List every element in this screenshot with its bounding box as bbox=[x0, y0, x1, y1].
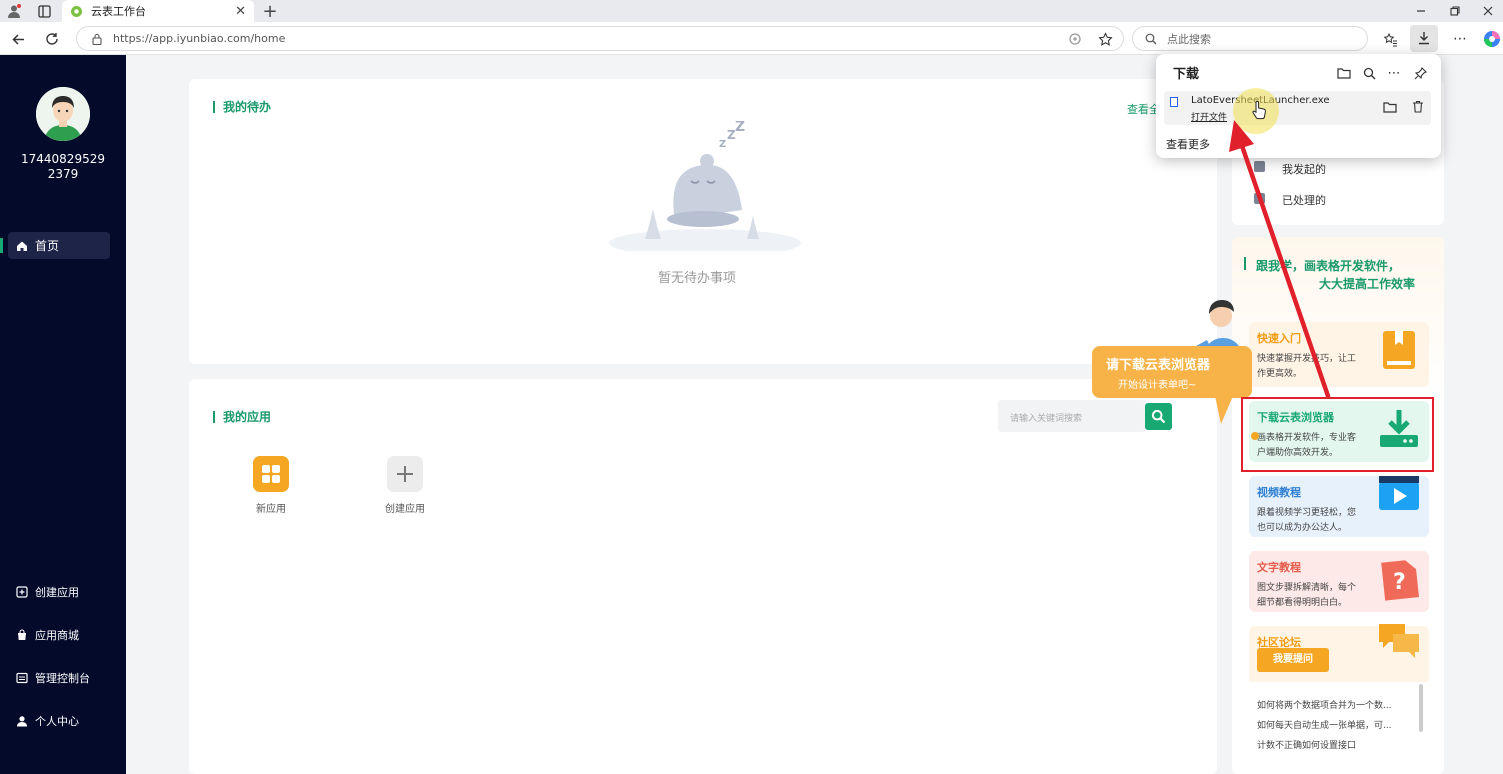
user-id-line2: 2379 bbox=[47, 167, 79, 181]
nav-personal-center-label: 个人中心 bbox=[35, 715, 79, 728]
download-icon bbox=[1419, 32, 1429, 45]
close-window-icon[interactable] bbox=[1480, 3, 1496, 19]
svg-text:?: ? bbox=[1393, 570, 1406, 595]
browser-title-bar: 云表工作台 ✕ + bbox=[0, 0, 1503, 22]
bubble-line1: 请下载云表浏览器 bbox=[1106, 358, 1211, 373]
yunbiao-favicon bbox=[71, 5, 82, 17]
empty-bell-illustration: Z Z Z bbox=[607, 121, 803, 251]
search-downloads-icon[interactable] bbox=[1361, 65, 1377, 81]
home-icon bbox=[17, 241, 27, 251]
app-new-label: 新应用 bbox=[256, 504, 286, 515]
forum-scrollbar[interactable] bbox=[1419, 684, 1423, 732]
browser-search-placeholder: 点此搜索 bbox=[1167, 32, 1211, 46]
create-app-icon bbox=[16, 586, 28, 598]
sidebar: 17440829529 2379 首页 创建应用 应用商城 管理控制台 个人中心 bbox=[0, 55, 126, 774]
tab-title: 云表工作台 bbox=[91, 5, 146, 18]
todo-card: 我的待办 查看全 Z Z Z 暂无待办事项 bbox=[189, 79, 1217, 364]
search-icon bbox=[1145, 33, 1157, 44]
apps-title: 我的应用 bbox=[213, 411, 271, 423]
forum-list: 如何将两个数据项合并为一个数... 如何每天自动生成一张单据，可... 计数不正… bbox=[1249, 682, 1429, 762]
read-aloud-icon[interactable] bbox=[1066, 30, 1084, 48]
restore-icon[interactable] bbox=[1447, 3, 1463, 19]
card-video-tutorial[interactable]: 视频教程 跟着视频学习更轻松，您也可以成为办公达人。 bbox=[1249, 476, 1429, 537]
minimize-icon[interactable] bbox=[1413, 3, 1429, 19]
lock-icon bbox=[92, 33, 102, 45]
copilot-icon[interactable] bbox=[1483, 30, 1501, 48]
nav-admin-console-label: 管理控制台 bbox=[35, 672, 90, 685]
new-tab-icon[interactable]: + bbox=[262, 1, 278, 22]
app-grid-icon bbox=[253, 456, 289, 492]
red-arrow-annotation bbox=[1222, 118, 1338, 402]
chat-bubbles-icon bbox=[1379, 624, 1419, 658]
book-icon bbox=[1383, 331, 1415, 369]
nav-create-app[interactable]: 创建应用 bbox=[16, 582, 116, 602]
nav-create-app-label: 创建应用 bbox=[35, 586, 79, 599]
open-folder-icon[interactable] bbox=[1336, 65, 1352, 81]
card-text-tutorial[interactable]: 文字教程 图文步骤拆解清晰，每个细节都看得明明白白。 ? bbox=[1249, 551, 1429, 612]
address-bar[interactable]: https://app.iyunbiao.com/home bbox=[76, 26, 1124, 51]
svg-text:Z: Z bbox=[735, 121, 745, 135]
app-new[interactable]: 新应用 bbox=[236, 456, 306, 515]
browser-search-box[interactable]: 点此搜索 bbox=[1132, 26, 1368, 51]
search-icon bbox=[1151, 409, 1166, 424]
user-id-line1: 17440829529 bbox=[21, 152, 105, 166]
avatar[interactable] bbox=[36, 87, 90, 141]
apps-card: 我的应用 请输入关键词搜索 新应用 创建应用 bbox=[189, 379, 1217, 774]
profile-icon[interactable] bbox=[6, 3, 22, 19]
browser-toolbar: https://app.iyunbiao.com/home 点此搜索 ⋯ bbox=[0, 22, 1503, 55]
url-text: https://app.iyunbiao.com/home bbox=[113, 32, 286, 45]
bubble-line2: 开始设计表单吧~ bbox=[1118, 380, 1197, 391]
exe-file-icon bbox=[1170, 97, 1178, 107]
nav-home[interactable]: 首页 bbox=[0, 232, 110, 259]
hand-cursor-icon bbox=[1251, 100, 1267, 120]
downloads-button[interactable] bbox=[1410, 25, 1438, 52]
favorites-list-icon[interactable] bbox=[1381, 30, 1399, 48]
browser-tab[interactable]: 云表工作台 ✕ bbox=[62, 0, 254, 22]
svg-text:Z: Z bbox=[719, 139, 726, 150]
todo-title: 我的待办 bbox=[213, 101, 271, 113]
highlight-box bbox=[1241, 397, 1434, 472]
forum-post[interactable]: 如何将两个数据项合并为一个数... bbox=[1257, 698, 1392, 711]
forum-post[interactable]: 如何每天自动生成一张单据，可... bbox=[1257, 718, 1392, 731]
apps-search-input[interactable]: 请输入关键词搜索 bbox=[998, 400, 1145, 432]
nav-personal-center[interactable]: 个人中心 bbox=[16, 711, 116, 731]
ask-question-button[interactable]: 我要提问 bbox=[1257, 648, 1329, 672]
nav-app-store-label: 应用商城 bbox=[35, 629, 79, 642]
more-menu-icon[interactable]: ⋯ bbox=[1451, 30, 1469, 48]
video-tutorial-desc: 跟着视频学习更轻松，您也可以成为办公达人。 bbox=[1257, 508, 1357, 533]
pin-icon[interactable] bbox=[1412, 65, 1428, 81]
card-community: 社区论坛 我要提问 如何将两个数据项合并为一个数... 如何每天自动生成一张单据… bbox=[1249, 624, 1429, 762]
text-tutorial-desc: 图文步骤拆解清晰，每个细节都看得明明白白。 bbox=[1257, 583, 1357, 608]
reload-icon[interactable] bbox=[43, 30, 61, 48]
forum-post[interactable]: 计数不正确如何设置接口 bbox=[1257, 738, 1356, 751]
todo-empty-text: 暂无待办事项 bbox=[658, 271, 737, 286]
plus-icon bbox=[387, 456, 423, 492]
console-icon bbox=[16, 672, 28, 684]
tab-actions-icon[interactable] bbox=[36, 3, 52, 19]
user-icon bbox=[17, 716, 27, 727]
more-options-icon[interactable]: ⋯ bbox=[1386, 65, 1402, 81]
close-tab-icon[interactable]: ✕ bbox=[235, 4, 246, 19]
downloads-title: 下载 bbox=[1173, 67, 1200, 82]
nav-admin-console[interactable]: 管理控制台 bbox=[16, 668, 116, 688]
nav-app-store[interactable]: 应用商城 bbox=[16, 625, 116, 645]
favorite-star-icon[interactable] bbox=[1096, 30, 1114, 48]
video-play-icon bbox=[1379, 476, 1419, 510]
nav-home-label: 首页 bbox=[35, 239, 60, 253]
store-icon bbox=[18, 629, 26, 640]
see-more-link[interactable]: 查看更多 bbox=[1166, 136, 1210, 152]
app-create-label: 创建应用 bbox=[385, 504, 425, 515]
show-in-folder-icon[interactable] bbox=[1383, 101, 1397, 113]
back-icon[interactable] bbox=[9, 30, 27, 48]
apps-search-button[interactable] bbox=[1145, 403, 1172, 430]
delete-icon[interactable] bbox=[1412, 100, 1424, 113]
app-create[interactable]: 创建应用 bbox=[370, 456, 440, 515]
question-doc-icon: ? bbox=[1381, 560, 1419, 601]
user-id: 17440829529 2379 bbox=[0, 152, 126, 182]
